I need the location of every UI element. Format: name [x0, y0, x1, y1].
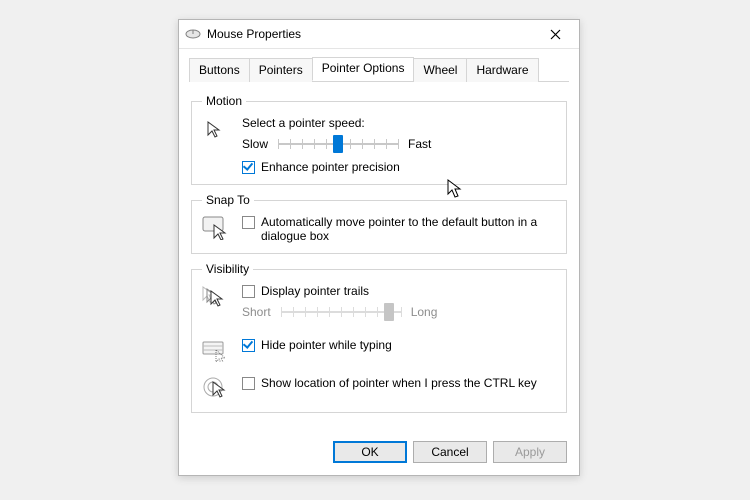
mouse-properties-window: Mouse Properties Buttons Pointers Pointe… — [178, 19, 580, 476]
pointer-speed-label: Select a pointer speed: — [242, 116, 556, 130]
close-button[interactable] — [537, 20, 573, 48]
short-label: Short — [242, 305, 271, 319]
visibility-group: Visibility Display pointer trails Short — [191, 262, 567, 413]
checkbox-icon — [242, 285, 255, 298]
tabs: Buttons Pointers Pointer Options Wheel H… — [189, 57, 569, 82]
titlebar[interactable]: Mouse Properties — [179, 20, 579, 49]
hide-typing-label: Hide pointer while typing — [261, 338, 392, 352]
mouse-icon — [185, 28, 201, 40]
ok-button[interactable]: OK — [333, 441, 407, 463]
long-label: Long — [411, 305, 438, 319]
pointer-trails-icon — [202, 284, 228, 310]
snap-to-label: Automatically move pointer to the defaul… — [261, 215, 556, 243]
tab-buttons[interactable]: Buttons — [189, 58, 250, 82]
snap-to-icon — [202, 215, 228, 241]
snap-to-group: Snap To Automatically move pointer to th… — [191, 193, 567, 254]
ctrl-locate-checkbox[interactable]: Show location of pointer when I press th… — [242, 376, 537, 390]
ctrl-locate-icon — [202, 376, 228, 402]
pointer-trails-label: Display pointer trails — [261, 284, 369, 298]
tab-body: Motion Select a pointer speed: Slow Fast — [179, 82, 579, 431]
motion-legend: Motion — [202, 94, 246, 108]
tab-pointer-options[interactable]: Pointer Options — [312, 57, 415, 81]
tab-wheel[interactable]: Wheel — [413, 58, 467, 82]
cancel-button[interactable]: Cancel — [413, 441, 487, 463]
pointer-speed-icon — [202, 116, 228, 142]
apply-button[interactable]: Apply — [493, 441, 567, 463]
checkbox-icon — [242, 161, 255, 174]
fast-label: Fast — [408, 137, 431, 151]
hide-typing-checkbox[interactable]: Hide pointer while typing — [242, 338, 392, 352]
motion-group: Motion Select a pointer speed: Slow Fast — [191, 94, 567, 185]
pointer-trails-slider — [281, 302, 401, 322]
visibility-legend: Visibility — [202, 262, 253, 276]
snap-legend: Snap To — [202, 193, 254, 207]
ctrl-locate-label: Show location of pointer when I press th… — [261, 376, 537, 390]
tab-pointers[interactable]: Pointers — [249, 58, 313, 82]
enhance-precision-checkbox[interactable]: Enhance pointer precision — [242, 160, 556, 174]
pointer-speed-slider[interactable] — [278, 134, 398, 154]
pointer-trails-checkbox[interactable]: Display pointer trails — [242, 284, 556, 298]
checkbox-icon — [242, 216, 255, 229]
enhance-precision-label: Enhance pointer precision — [261, 160, 400, 174]
hide-typing-icon — [202, 338, 228, 364]
checkbox-icon — [242, 339, 255, 352]
slow-label: Slow — [242, 137, 268, 151]
checkbox-icon — [242, 377, 255, 390]
tab-hardware[interactable]: Hardware — [466, 58, 538, 82]
dialog-footer: OK Cancel Apply — [179, 431, 579, 475]
window-title: Mouse Properties — [207, 27, 537, 41]
snap-to-checkbox[interactable]: Automatically move pointer to the defaul… — [242, 215, 556, 243]
